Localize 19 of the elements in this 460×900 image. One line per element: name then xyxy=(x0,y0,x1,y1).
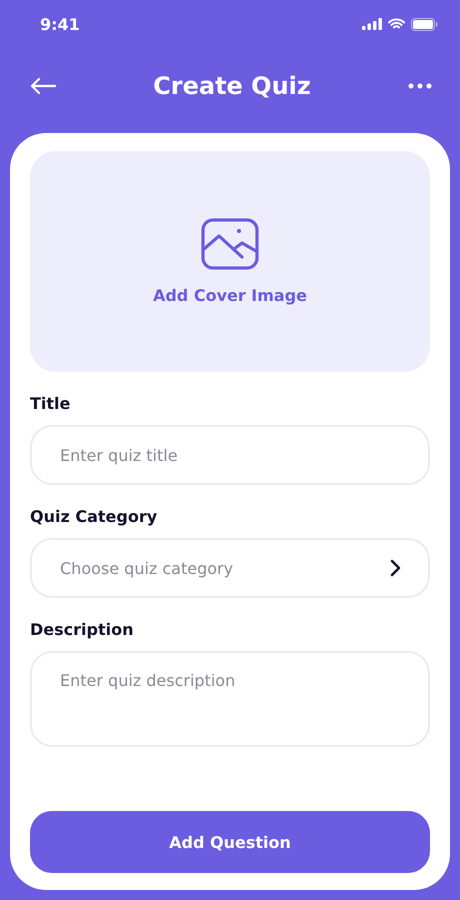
field-label: Description xyxy=(30,620,134,639)
add-question-button[interactable]: Add Question xyxy=(30,811,430,873)
add-cover-image-button[interactable]: Add Cover Image xyxy=(30,151,430,372)
chevron-icon xyxy=(390,559,402,577)
battery-icon xyxy=(411,18,438,30)
signal-icon xyxy=(362,18,382,30)
status-time: 9:41 xyxy=(40,14,80,34)
input-field[interactable]: Enter quiz title xyxy=(30,425,430,485)
more-icon xyxy=(408,83,432,89)
wifi-icon xyxy=(388,18,405,30)
field-label: Title xyxy=(30,394,72,413)
back-arrow-icon xyxy=(30,77,56,95)
more-button[interactable] xyxy=(408,83,432,89)
input-field[interactable]: Enter quiz description xyxy=(30,651,430,747)
back-button[interactable] xyxy=(30,77,56,95)
image-icon xyxy=(201,218,259,270)
field-label: Quiz Category xyxy=(30,507,158,526)
screen-title: Create Quiz xyxy=(153,72,311,100)
dropdown-field[interactable]: Choose quiz category xyxy=(30,538,430,598)
